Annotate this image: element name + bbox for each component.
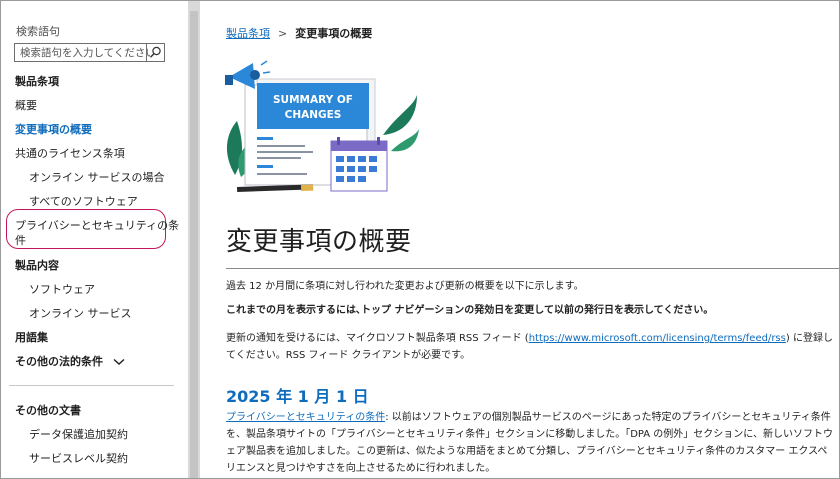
update-text: プライバシーとセキュリティの条件: 以前はソフトウェアの個別製品サービスのページ… bbox=[226, 409, 836, 477]
summary-of-changes-illustration: SUMMARY OF CHANGES bbox=[225, 60, 419, 192]
search-label: 検索語句 bbox=[16, 25, 60, 38]
sidebar-divider bbox=[9, 385, 174, 386]
nav-summary-of-changes[interactable]: 変更事項の概要 bbox=[15, 121, 92, 137]
page-frame: 検索語句 製品条項 概要 変更事項の概要 共通のライセンス条項 オンライン サー… bbox=[0, 0, 840, 479]
search-box bbox=[14, 43, 165, 62]
nav-other-legal-terms-label: その他の法的条件 bbox=[15, 355, 103, 368]
intro-text: 過去 12 か月間に条項に対し行われた変更および更新の概要を以下に示します。 bbox=[226, 281, 584, 292]
nav-product-terms[interactable]: 製品条項 bbox=[15, 73, 59, 89]
rss-text-before: 更新の通知を受けるには、マイクロソフト製品条項 RSS フィード ( bbox=[226, 333, 529, 344]
breadcrumb: 製品条項 > 変更事項の概要 bbox=[226, 25, 372, 41]
breadcrumb-separator: > bbox=[278, 27, 288, 40]
nav-product-offerings[interactable]: 製品内容 bbox=[15, 257, 59, 273]
nav-all-software[interactable]: すべてのソフトウェア bbox=[29, 193, 138, 209]
nav-sla[interactable]: サービスレベル契約 bbox=[29, 450, 128, 466]
instruction-text: これまでの月を表示するには､トップ ナビゲーションの発効日を変更して以前の発行日… bbox=[226, 302, 836, 319]
nav-privacy-security-terms[interactable]: プライバシーとセキュリティの条 bbox=[15, 217, 179, 233]
main-content: 製品条項 > 変更事項の概要 SUMMARY OF CHANGES 変更事項の概… bbox=[200, 1, 839, 478]
rss-feed-link[interactable]: https://www.microsoft.com/licensing/term… bbox=[529, 333, 786, 344]
hero-text-line1: SUMMARY OF bbox=[273, 94, 353, 106]
nav-online-services-terms[interactable]: オンライン サービスの場合 bbox=[29, 169, 165, 185]
nav-dpa[interactable]: データ保護追加契約 bbox=[29, 426, 128, 442]
date-heading: 2025 年 1 月 1 日 bbox=[226, 387, 369, 406]
search-button[interactable] bbox=[146, 44, 164, 61]
page-title: 変更事項の概要 bbox=[226, 227, 412, 257]
search-icon bbox=[149, 46, 161, 58]
instruction-text-bold: これまでの月を表示するには､トップ ナビゲーションの発効日を変更して以前の発行日… bbox=[226, 305, 709, 316]
chevron-down-icon bbox=[113, 358, 125, 365]
nav-privacy-security-terms-cont[interactable]: 件 bbox=[15, 232, 26, 248]
nav-online-services[interactable]: オンライン サービス bbox=[29, 305, 132, 321]
title-divider bbox=[226, 268, 839, 269]
nav-software[interactable]: ソフトウェア bbox=[29, 281, 95, 297]
search-input[interactable] bbox=[15, 44, 150, 61]
nav-glossary[interactable]: 用語集 bbox=[15, 329, 48, 345]
nav-other-legal-terms[interactable]: その他の法的条件 bbox=[15, 353, 125, 369]
nav-overview[interactable]: 概要 bbox=[15, 97, 37, 113]
privacy-security-terms-link[interactable]: プライバシーとセキュリティの条件 bbox=[226, 412, 385, 423]
scrollbar-thumb[interactable] bbox=[190, 11, 198, 478]
breadcrumb-current: 変更事項の概要 bbox=[295, 27, 373, 40]
breadcrumb-link-product-terms[interactable]: 製品条項 bbox=[226, 27, 270, 40]
nav-universal-license-terms[interactable]: 共通のライセンス条項 bbox=[15, 145, 125, 161]
rss-text: 更新の通知を受けるには、マイクロソフト製品条項 RSS フィード (https:… bbox=[226, 330, 836, 364]
sidebar: 検索語句 製品条項 概要 変更事項の概要 共通のライセンス条項 オンライン サー… bbox=[1, 1, 188, 478]
hero-text-line2: CHANGES bbox=[285, 109, 342, 121]
nav-other-documents: その他の文書 bbox=[15, 404, 81, 417]
